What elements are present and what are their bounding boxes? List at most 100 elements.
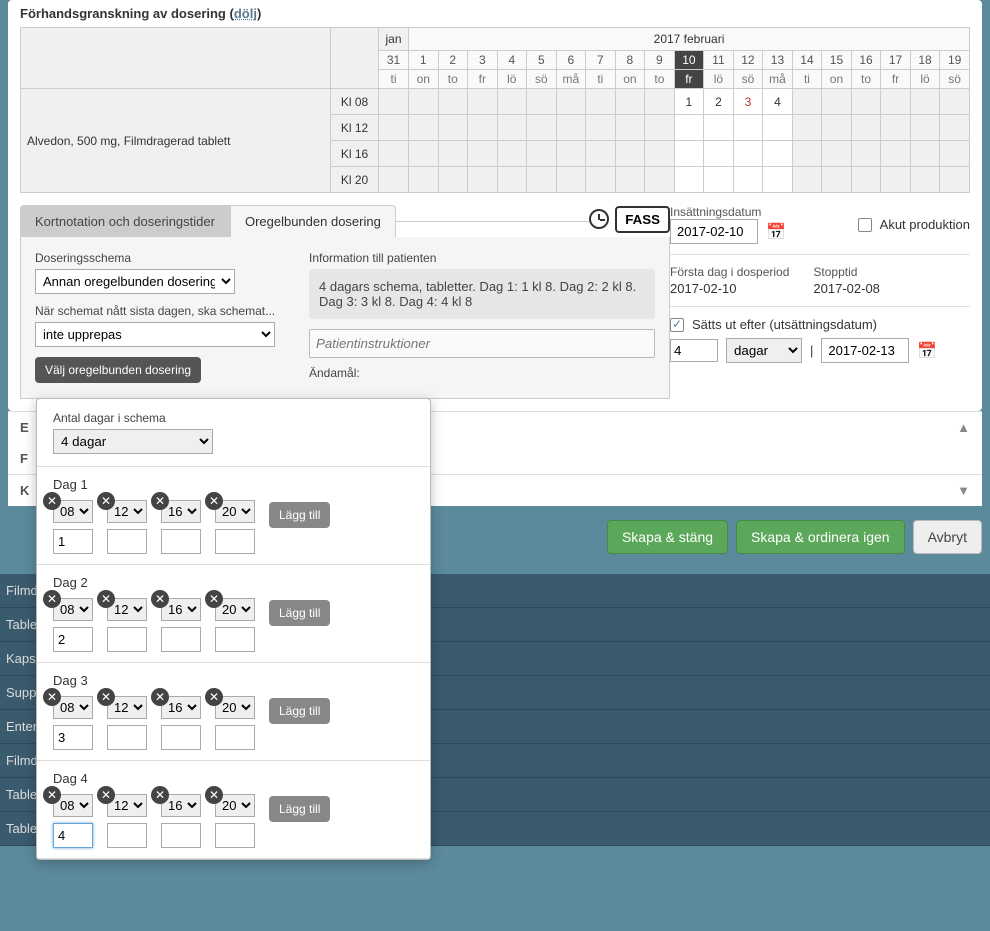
quantity-input[interactable] (107, 725, 147, 750)
month-jan: jan (379, 28, 409, 51)
day-title: Dag 3 (53, 673, 414, 688)
remove-slot-button[interactable]: ✕ (97, 492, 115, 510)
add-slot-button[interactable]: Lägg till (269, 600, 330, 626)
remove-slot-button[interactable]: ✕ (43, 786, 61, 804)
info-text: 4 dagars schema, tabletter. Dag 1: 1 kl … (309, 269, 655, 319)
day-3: 3 (468, 51, 498, 70)
quantity-input[interactable] (161, 627, 201, 652)
quantity-input[interactable] (161, 823, 201, 848)
remove-slot-button[interactable]: ✕ (151, 492, 169, 510)
out-checkbox[interactable]: Sätts ut efter (utsättningsdatum) (670, 317, 970, 332)
quantity-input[interactable] (215, 529, 255, 554)
out-qty-input[interactable] (670, 339, 718, 362)
quantity-input[interactable] (53, 627, 93, 652)
repeat-select[interactable]: inte upprepas (35, 322, 275, 347)
preview-title: Förhandsgranskning av dosering (20, 6, 226, 21)
main-panel: Förhandsgranskning av dosering (dölj) ja… (8, 0, 982, 411)
out-unit-select[interactable]: dagar (726, 338, 802, 363)
schema-label: Doseringsschema (35, 251, 295, 265)
quantity-input[interactable] (107, 823, 147, 848)
day-19: 19 (940, 51, 970, 70)
calendar-icon[interactable]: 📅 (917, 341, 937, 361)
hide-link[interactable]: dölj (234, 6, 257, 21)
remove-slot-button[interactable]: ✕ (205, 786, 223, 804)
remove-slot-button[interactable]: ✕ (151, 688, 169, 706)
patient-instructions-input[interactable] (309, 329, 655, 358)
day-9: 9 (645, 51, 675, 70)
days-count-select[interactable]: 4 dagar (53, 429, 213, 454)
time-slot: ✕20 (215, 794, 255, 848)
cancel-button[interactable]: Avbryt (913, 520, 982, 554)
quantity-input[interactable] (107, 627, 147, 652)
time-slot: ✕16 (161, 794, 201, 848)
akut-label: Akut produktion (880, 217, 970, 232)
time-slot: ✕08 (53, 500, 93, 554)
quantity-input[interactable] (161, 725, 201, 750)
weekday: fr (881, 70, 911, 89)
day-12: 12 (733, 51, 763, 70)
time-slot: ✕12 (107, 794, 147, 848)
day-block-1: Dag 1✕08✕12✕16✕20Lägg till (37, 467, 430, 565)
day-15: 15 (822, 51, 852, 70)
weekday: fr (468, 70, 498, 89)
remove-slot-button[interactable]: ✕ (151, 590, 169, 608)
remove-slot-button[interactable]: ✕ (151, 786, 169, 804)
stop-label: Stopptid (813, 265, 880, 279)
save-again-button[interactable]: Skapa & ordinera igen (736, 520, 905, 554)
time-12: Kl 12 (331, 115, 379, 141)
add-slot-button[interactable]: Lägg till (269, 502, 330, 528)
schema-select[interactable]: Annan oregelbunden dosering (35, 269, 235, 294)
quantity-input[interactable] (53, 823, 93, 848)
time-slot: ✕12 (107, 500, 147, 554)
tab-kortnotation[interactable]: Kortnotation och doseringstider (20, 205, 230, 237)
quantity-input[interactable] (215, 823, 255, 848)
repeat-label: När schemat nått sista dagen, ska schema… (35, 304, 295, 318)
quantity-input[interactable] (53, 725, 93, 750)
remove-slot-button[interactable]: ✕ (205, 492, 223, 510)
clock-icon[interactable] (589, 209, 609, 229)
tab-oregelbunden[interactable]: Oregelbunden dosering (230, 205, 396, 237)
day-block-4: Dag 4✕08✕12✕16✕20Lägg till (37, 761, 430, 859)
time-slot: ✕16 (161, 598, 201, 652)
first-value: 2017-02-10 (670, 281, 789, 296)
remove-slot-button[interactable]: ✕ (43, 688, 61, 706)
quantity-input[interactable] (53, 529, 93, 554)
remove-slot-button[interactable]: ✕ (43, 590, 61, 608)
choose-irregular-button[interactable]: Välj oregelbunden dosering (35, 357, 201, 383)
fass-button[interactable]: FASS (615, 206, 670, 233)
akut-checkbox[interactable]: Akut produktion (858, 217, 970, 232)
day-16: 16 (851, 51, 881, 70)
day-4: 4 (497, 51, 527, 70)
remove-slot-button[interactable]: ✕ (97, 786, 115, 804)
remove-slot-button[interactable]: ✕ (97, 590, 115, 608)
quantity-input[interactable] (107, 529, 147, 554)
time-slot: ✕08 (53, 598, 93, 652)
remove-slot-button[interactable]: ✕ (205, 688, 223, 706)
insat-date-input[interactable] (670, 219, 758, 244)
weekday: on (409, 70, 439, 89)
remove-slot-button[interactable]: ✕ (43, 492, 61, 510)
time-slot: ✕16 (161, 696, 201, 750)
remove-slot-button[interactable]: ✕ (205, 590, 223, 608)
time-08: Kl 08 (331, 89, 379, 115)
out-label: Sätts ut efter (utsättningsdatum) (692, 317, 877, 332)
day-7: 7 (586, 51, 616, 70)
quantity-input[interactable] (215, 725, 255, 750)
add-slot-button[interactable]: Lägg till (269, 698, 330, 724)
quantity-input[interactable] (215, 627, 255, 652)
chevron-up-icon[interactable]: ▲ (957, 420, 970, 435)
quantity-input[interactable] (161, 529, 201, 554)
day-10: 10 (674, 51, 704, 70)
day-2: 2 (438, 51, 468, 70)
save-close-button[interactable]: Skapa & stäng (607, 520, 728, 554)
chevron-down-icon[interactable]: ▼ (957, 483, 970, 498)
time-slot: ✕12 (107, 696, 147, 750)
weekday: to (851, 70, 881, 89)
calendar-icon[interactable]: 📅 (766, 222, 786, 242)
time-16: Kl 16 (331, 141, 379, 167)
time-slot: ✕12 (107, 598, 147, 652)
add-slot-button[interactable]: Lägg till (269, 796, 330, 822)
out-date-input[interactable] (821, 338, 909, 363)
weekday: må (763, 70, 793, 89)
remove-slot-button[interactable]: ✕ (97, 688, 115, 706)
